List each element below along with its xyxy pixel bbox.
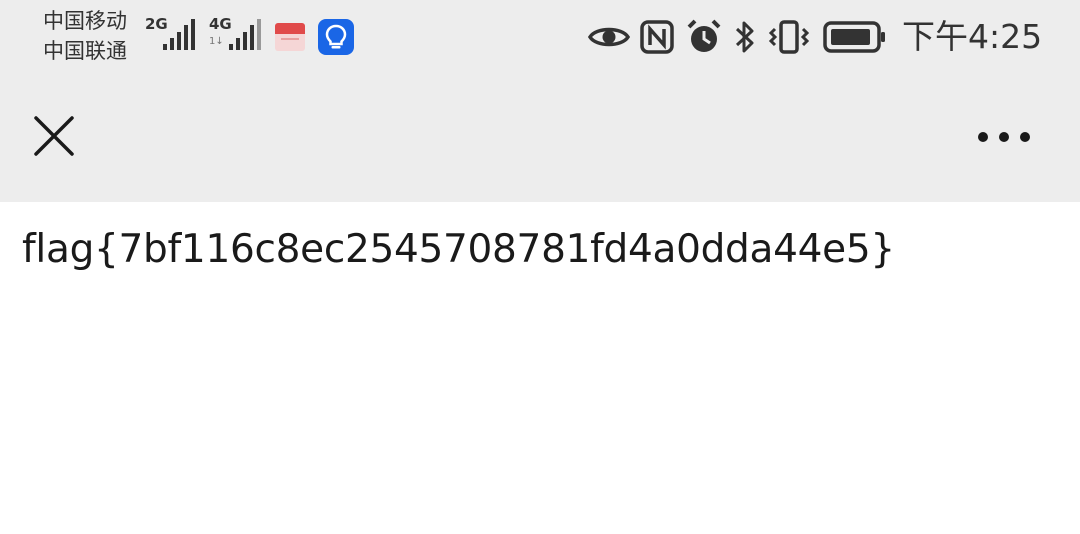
signal-1: 2G xyxy=(145,16,197,52)
more-button[interactable] xyxy=(970,112,1040,162)
signal-2: 4G 1↓ xyxy=(209,16,265,52)
battery-icon xyxy=(823,21,885,53)
vibrate-icon xyxy=(768,20,810,54)
signal-icon xyxy=(163,19,195,50)
carrier-1: 中国移动 xyxy=(43,9,127,33)
bulb-app-icon xyxy=(318,19,354,55)
nfc-icon xyxy=(640,20,674,54)
signal-icon xyxy=(229,19,261,50)
bluetooth-icon xyxy=(735,21,754,53)
alarm-icon xyxy=(687,19,721,52)
red-app-icon xyxy=(273,22,307,52)
status-time: 下午4:25 xyxy=(902,17,1043,56)
close-button[interactable] xyxy=(22,104,86,168)
carrier-names: 中国移动 中国联通 xyxy=(43,6,127,66)
eye-icon xyxy=(587,27,631,47)
top-bar: 中国移动 中国联通 2G 4G 1↓ 下午4:25 xyxy=(0,0,1080,202)
more-icon xyxy=(978,132,1030,142)
page-content-text: flag{7bf116c8ec2545708781fd4a0dda44e5} xyxy=(22,227,895,272)
carrier-2: 中国联通 xyxy=(43,39,127,63)
close-icon xyxy=(34,116,74,156)
